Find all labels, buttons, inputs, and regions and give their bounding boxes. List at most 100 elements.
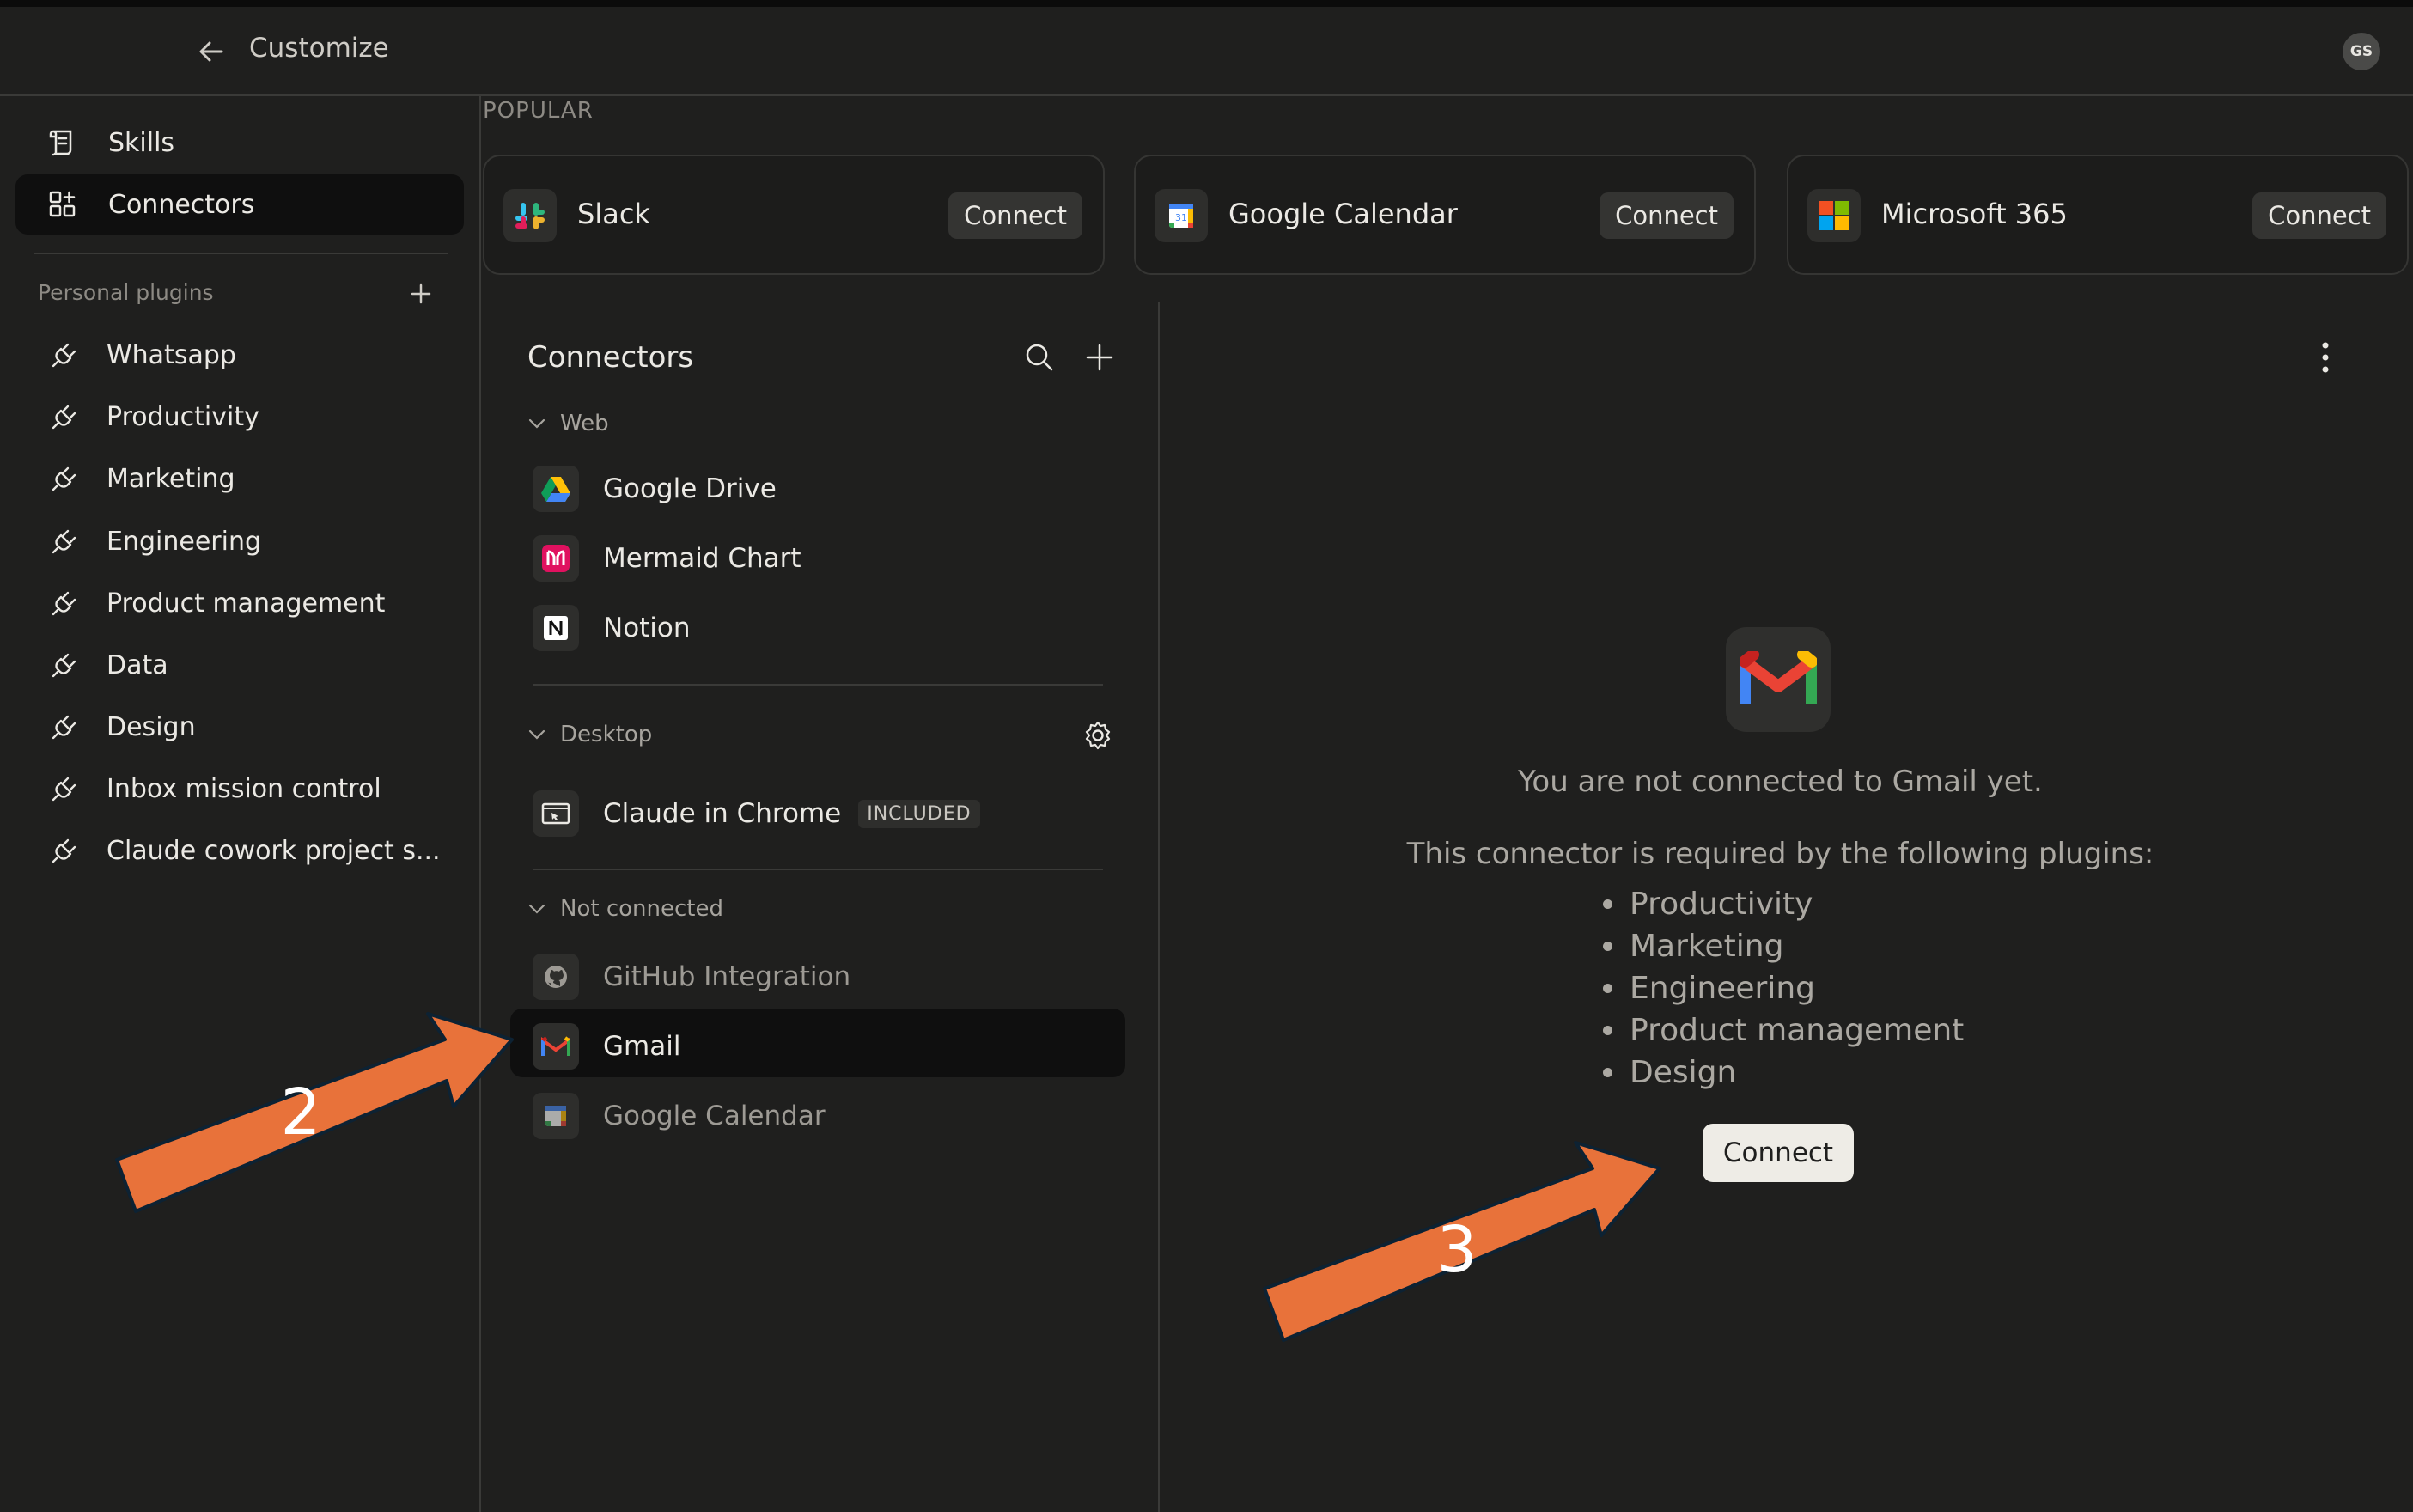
connector-google-drive[interactable]: Google Drive <box>533 459 777 519</box>
plugin-label: Marketing <box>107 463 235 494</box>
connect-button[interactable]: Connect <box>1600 192 1734 239</box>
annotation-label-3: 3 <box>1436 1213 1477 1287</box>
sidebar-item-connectors[interactable]: Connectors <box>15 174 464 235</box>
group-label: Not connected <box>560 896 723 922</box>
annotation-label-2: 2 <box>280 1076 320 1149</box>
plug-icon <box>52 529 76 554</box>
not-connected-message: You are not connected to Gmail yet. <box>1518 765 2043 799</box>
popular-card-name: Microsoft 365 <box>1881 198 2068 230</box>
connect-button[interactable]: Connect <box>2252 192 2386 239</box>
connector-name: Google Drive <box>603 473 777 504</box>
plugin-label: Design <box>107 711 196 742</box>
chevron-down-icon <box>528 418 545 429</box>
back-arrow-icon[interactable] <box>194 34 229 69</box>
connector-notion[interactable]: Notion <box>533 598 691 658</box>
annotation-arrow-2: 2 <box>115 1012 514 1213</box>
connector-name: Gmail <box>603 1031 681 1062</box>
grid-plus-icon <box>49 191 76 217</box>
slack-icon <box>503 189 557 242</box>
popular-card-name: Slack <box>577 198 650 230</box>
google-drive-icon <box>533 466 579 512</box>
plug-icon <box>52 715 76 740</box>
annotation-arrow-3: 3 <box>1263 1141 1661 1342</box>
connector-name: Claude in Chrome <box>603 798 842 829</box>
group-label: Web <box>560 411 609 436</box>
plugin-label: Whatsapp <box>107 339 236 370</box>
sidebar-divider <box>34 253 448 254</box>
window-top-strip <box>0 0 2413 7</box>
plugin-item[interactable]: Claude cowork project s... <box>50 825 441 876</box>
connector-github-integration[interactable]: GitHub Integration <box>533 947 850 1007</box>
connector-google-calendar[interactable]: Google Calendar <box>533 1086 826 1146</box>
mermaid-chart-icon <box>533 535 579 582</box>
group-web-toggle[interactable]: Web <box>526 411 609 436</box>
included-badge: INCLUDED <box>858 799 980 828</box>
svg-text:31: 31 <box>1175 212 1187 223</box>
connect-button[interactable]: Connect <box>948 192 1082 239</box>
connectors-title: Connectors <box>527 340 694 375</box>
plugin-label: Inbox mission control <box>107 773 381 804</box>
connector-name: Notion <box>603 613 691 643</box>
plugin-item[interactable]: Productivity <box>50 391 259 442</box>
notion-icon <box>533 605 579 651</box>
plug-icon <box>52 405 76 430</box>
avatar[interactable]: GS <box>2343 33 2380 70</box>
connect-gmail-button[interactable]: Connect <box>1703 1124 1854 1182</box>
popular-card-name: Google Calendar <box>1228 198 1458 230</box>
plug-icon <box>52 653 76 678</box>
plugin-item[interactable]: Data <box>50 639 168 691</box>
required-plugin-item: Design <box>1603 1052 1964 1094</box>
github-icon <box>533 954 579 1000</box>
chevron-down-icon <box>528 904 545 914</box>
required-plugin-item: Productivity <box>1603 883 1964 925</box>
microsoft-icon <box>1807 189 1861 242</box>
header-title: Customize <box>249 33 389 64</box>
sidebar-item-label: Skills <box>108 127 175 158</box>
sidebar-item-skills[interactable]: Skills <box>15 113 464 173</box>
plug-icon <box>52 343 76 368</box>
group-desktop-toggle[interactable]: Desktop <box>526 722 652 747</box>
plugin-label: Engineering <box>107 526 261 557</box>
gmail-logo-icon <box>1726 627 1831 732</box>
gmail-icon <box>533 1023 579 1070</box>
group-not-connected-toggle[interactable]: Not connected <box>526 896 723 922</box>
search-icon[interactable] <box>1022 340 1057 375</box>
connector-gmail[interactable]: Gmail <box>533 1016 680 1076</box>
google-calendar-icon <box>533 1093 579 1139</box>
plugin-item[interactable]: Marketing <box>50 453 235 504</box>
gear-icon[interactable] <box>1081 718 1115 753</box>
add-plugin-button[interactable] <box>404 277 438 311</box>
browser-window-icon <box>533 790 579 837</box>
popular-label: POPULAR <box>483 98 594 124</box>
plugin-item[interactable]: Whatsapp <box>50 329 236 381</box>
plugin-item[interactable]: Design <box>50 701 196 753</box>
plugin-item[interactable]: Product management <box>50 577 385 629</box>
scroll-icon <box>49 130 72 156</box>
required-plugins-list: Productivity Marketing Engineering Product … <box>1603 883 1964 1094</box>
connector-name: Google Calendar <box>603 1100 826 1131</box>
popular-card-google-calendar[interactable]: 31 Google Calendar Connect <box>1134 155 1756 275</box>
plug-icon <box>52 466 76 491</box>
plugin-label: Claude cowork project s... <box>107 835 441 866</box>
chevron-down-icon <box>528 729 545 740</box>
connector-name: Mermaid Chart <box>603 543 801 574</box>
google-calendar-icon: 31 <box>1155 189 1208 242</box>
connector-claude-in-chrome[interactable]: Claude in Chrome INCLUDED <box>533 783 980 844</box>
plugin-label: Data <box>107 649 168 680</box>
plugin-item[interactable]: Inbox mission control <box>50 763 381 814</box>
connector-mermaid-chart[interactable]: Mermaid Chart <box>533 528 801 588</box>
plug-icon <box>52 777 76 802</box>
more-options-icon[interactable] <box>2312 337 2338 378</box>
plugin-item[interactable]: Engineering <box>50 515 261 567</box>
group-label: Desktop <box>560 722 653 747</box>
add-connector-button[interactable] <box>1082 340 1117 375</box>
group-divider <box>533 869 1103 870</box>
popular-card-slack[interactable]: Slack Connect <box>483 155 1105 275</box>
connector-name: GitHub Integration <box>603 961 851 992</box>
plugin-label: Productivity <box>107 401 259 432</box>
sidebar-item-label: Connectors <box>108 189 255 220</box>
plug-icon <box>52 838 76 863</box>
popular-card-microsoft-365[interactable]: Microsoft 365 Connect <box>1787 155 2409 275</box>
required-plugin-item: Engineering <box>1603 967 1964 1009</box>
required-by-message: This connector is required by the follow… <box>1406 837 2154 871</box>
